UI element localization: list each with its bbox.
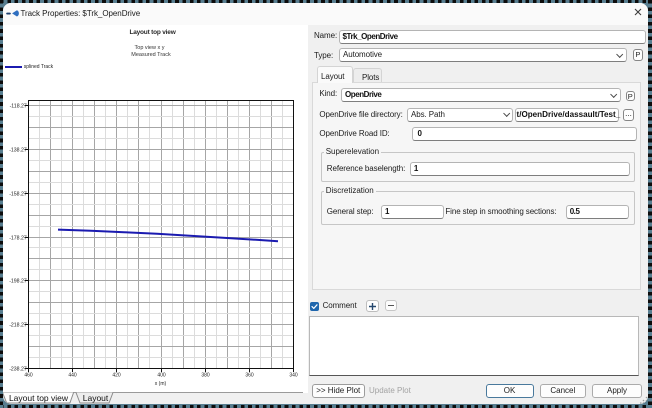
svg-text:400: 400	[157, 373, 166, 379]
svg-text:-178.27: -178.27	[9, 235, 27, 241]
svg-text:-138.27: -138.27	[9, 147, 27, 153]
svg-text:420: 420	[112, 373, 121, 379]
svg-text:-238.27: -238.27	[9, 366, 27, 372]
svg-text:-158.27: -158.27	[9, 191, 27, 197]
svg-text:-218.27: -218.27	[9, 322, 27, 328]
svg-text:360: 360	[245, 373, 254, 379]
svg-text:Layout: Layout	[83, 393, 109, 403]
svg-text:440: 440	[68, 373, 77, 379]
svg-text:x (m): x (m)	[155, 381, 167, 387]
svg-text:Layout top view: Layout top view	[9, 393, 69, 403]
svg-text:380: 380	[201, 373, 210, 379]
svg-text:460: 460	[24, 373, 33, 379]
svg-text:-118.27: -118.27	[10, 103, 27, 109]
svg-text:-198.27: -198.27	[9, 278, 27, 284]
svg-text:340: 340	[289, 373, 298, 379]
